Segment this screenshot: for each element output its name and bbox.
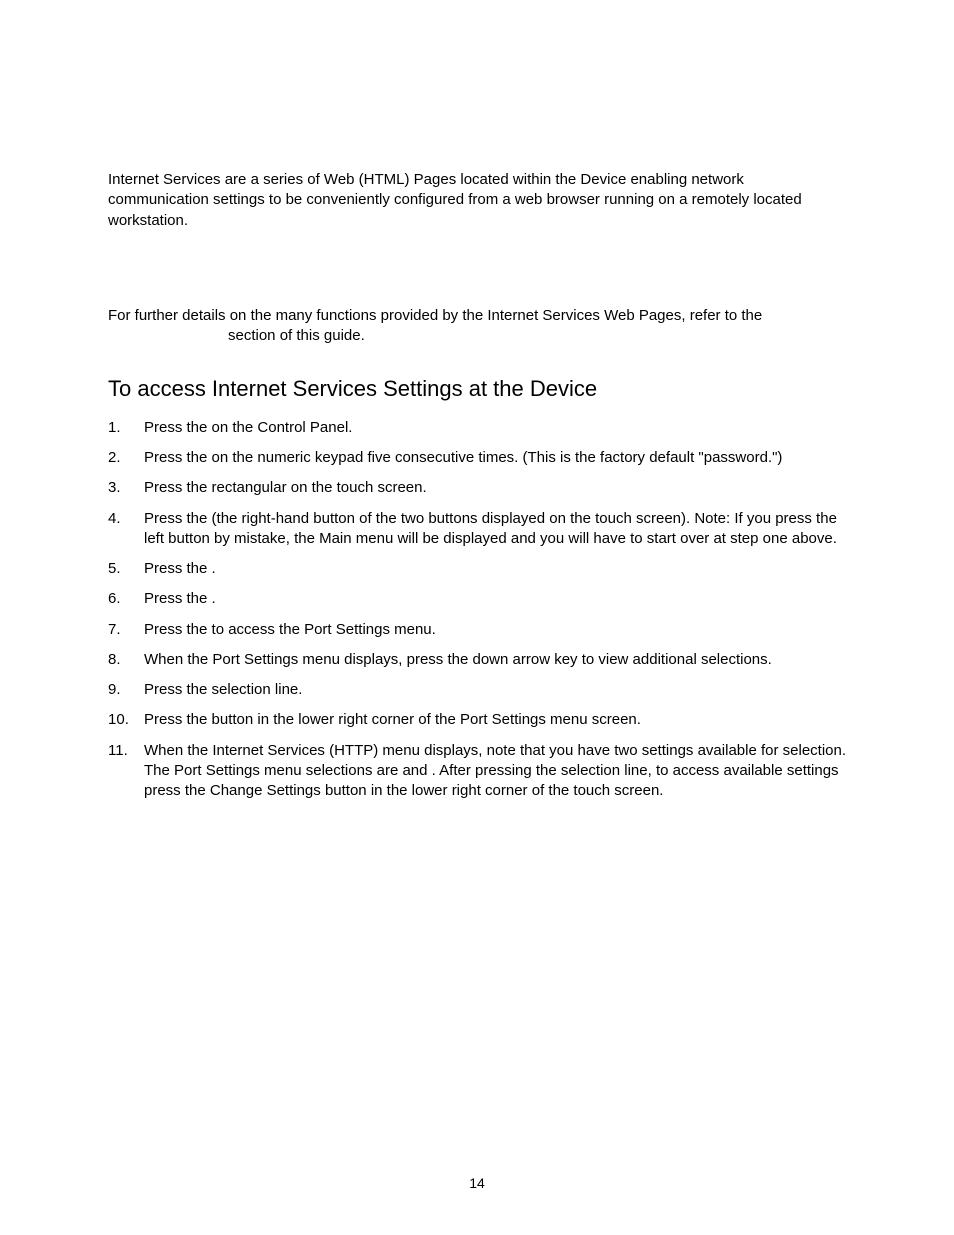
list-item: Press the button in the lower right corn… [108,710,846,730]
intro-paragraph: Internet Services are a series of Web (H… [108,170,846,231]
list-item: Press the rectangular on the touch scree… [108,478,846,498]
list-item: Press the to access the Port Settings me… [108,620,846,640]
list-item: Press the selection line. [108,680,846,700]
page-number: 14 [0,1174,954,1193]
list-item: When the Internet Services (HTTP) menu d… [108,741,846,802]
reference-note-line1: For further details on the many function… [108,306,846,326]
list-item: When the Port Settings menu displays, pr… [108,650,846,670]
list-item: Press the (the right-hand button of the … [108,509,846,550]
list-item: Press the on the Control Panel. [108,418,846,438]
reference-note-line2: section of this guide. [108,326,846,346]
reference-note: For further details on the many function… [108,306,846,347]
list-item: Press the on the numeric keypad five con… [108,448,846,468]
list-item: Press the . [108,589,846,609]
list-item: Press the . [108,559,846,579]
section-heading: To access Internet Services Settings at … [108,374,846,404]
steps-list: Press the on the Control Panel. Press th… [108,418,846,802]
